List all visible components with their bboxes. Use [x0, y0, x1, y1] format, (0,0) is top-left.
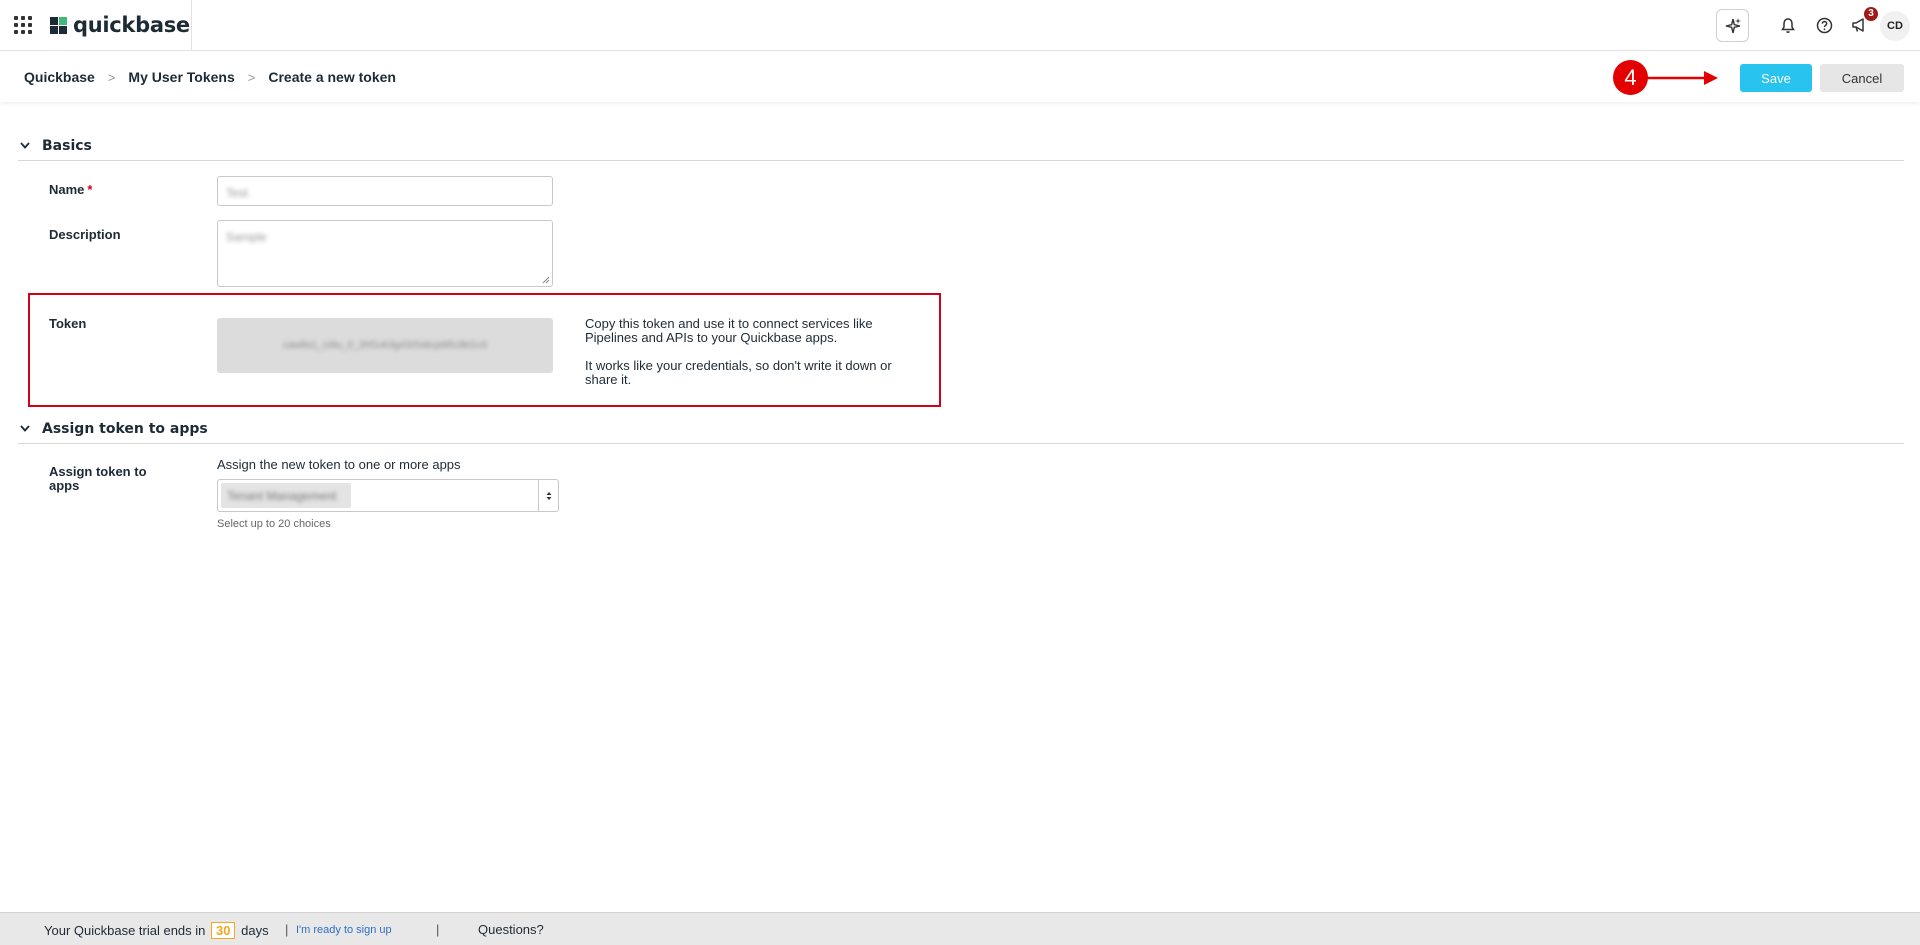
- cancel-button[interactable]: Cancel: [1820, 64, 1904, 92]
- breadcrumb-item-current: Create a new token: [268, 69, 396, 85]
- section-title: Assign token to apps: [42, 420, 208, 437]
- name-field-label: Name *: [49, 183, 92, 197]
- breadcrumb: Quickbase > My User Tokens > Create a ne…: [24, 52, 396, 102]
- resize-grip-icon[interactable]: [542, 276, 550, 284]
- token-help-line-2: It works like your credentials, so don't…: [585, 358, 892, 387]
- user-avatar[interactable]: CD: [1880, 11, 1910, 41]
- annotation-arrow-icon: [1646, 71, 1718, 85]
- quickbase-logo[interactable]: quickbase: [50, 11, 190, 39]
- help-icon[interactable]: [1812, 13, 1836, 37]
- token-help-line-1: Copy this token and use it to connect se…: [585, 316, 873, 345]
- token-value-field[interactable]: caw8s1_rz8u_0_2hf1vb3g43r5xbcpt8fu3kt1v3: [217, 318, 553, 373]
- breadcrumb-item-quickbase[interactable]: Quickbase: [24, 69, 95, 85]
- select-sort-arrows-icon[interactable]: [538, 480, 558, 511]
- divider: [191, 0, 192, 51]
- step-annotation-badge: 4: [1613, 60, 1648, 95]
- ai-assistant-button[interactable]: [1716, 9, 1749, 42]
- chevron-down-icon: [18, 422, 32, 436]
- trial-footer-bar: Your Quickbase trial ends in 30 days | I…: [0, 912, 1920, 945]
- name-label-text: Name: [49, 182, 85, 197]
- section-header-assign-token[interactable]: Assign token to apps: [18, 414, 1904, 444]
- bell-icon[interactable]: [1776, 13, 1800, 37]
- sign-up-link[interactable]: I'm ready to sign up: [296, 924, 392, 936]
- save-button[interactable]: Save: [1740, 64, 1812, 92]
- trial-days-suffix: days: [241, 923, 269, 938]
- chevron-right-icon: >: [247, 69, 256, 85]
- divider: |: [436, 922, 440, 937]
- apps-grid-icon[interactable]: [14, 16, 32, 34]
- section-header-basics[interactable]: Basics: [18, 131, 1904, 161]
- description-textarea[interactable]: Sample: [217, 220, 553, 287]
- apps-multiselect[interactable]: Tenant Management: [217, 479, 559, 512]
- quickbase-logo-mark: [50, 16, 67, 34]
- section-title: Basics: [42, 137, 92, 154]
- description-field-label: Description: [49, 227, 121, 242]
- description-input-value: Sample: [226, 230, 267, 244]
- divider: |: [285, 922, 289, 937]
- token-field-label: Token: [49, 316, 87, 331]
- assign-apps-intro: Assign the new token to one or more apps: [217, 457, 461, 472]
- top-navigation-bar: quickbase 3 CD: [0, 0, 1920, 51]
- required-mark: *: [87, 182, 93, 197]
- notification-count-badge: 3: [1864, 7, 1878, 21]
- token-help-text: Copy this token and use it to connect se…: [585, 317, 925, 387]
- chevron-right-icon: >: [107, 69, 116, 85]
- assign-apps-helper-text: Select up to 20 choices: [217, 518, 331, 530]
- trial-days-count: 30: [211, 922, 236, 939]
- chevron-down-icon: [18, 139, 32, 153]
- sparkle-icon: [1725, 17, 1741, 33]
- selected-app-name: Tenant Management: [227, 488, 337, 503]
- token-value: caw8s1_rz8u_0_2hf1vb3g43r5xbcpt8fu3kt1v3: [282, 340, 488, 351]
- breadcrumb-item-my-user-tokens[interactable]: My User Tokens: [128, 69, 234, 85]
- selected-app-chip[interactable]: Tenant Management: [221, 483, 351, 508]
- assign-apps-field-label: Assign token to apps: [49, 464, 147, 493]
- trial-message: Your Quickbase trial ends in 30 days: [44, 922, 269, 939]
- trial-prefix: Your Quickbase trial ends in: [44, 923, 206, 938]
- name-input-value: Test: [226, 186, 249, 200]
- name-input[interactable]: Test: [217, 176, 553, 206]
- questions-link[interactable]: Questions?: [478, 922, 544, 937]
- logo-text: quickbase: [73, 13, 190, 37]
